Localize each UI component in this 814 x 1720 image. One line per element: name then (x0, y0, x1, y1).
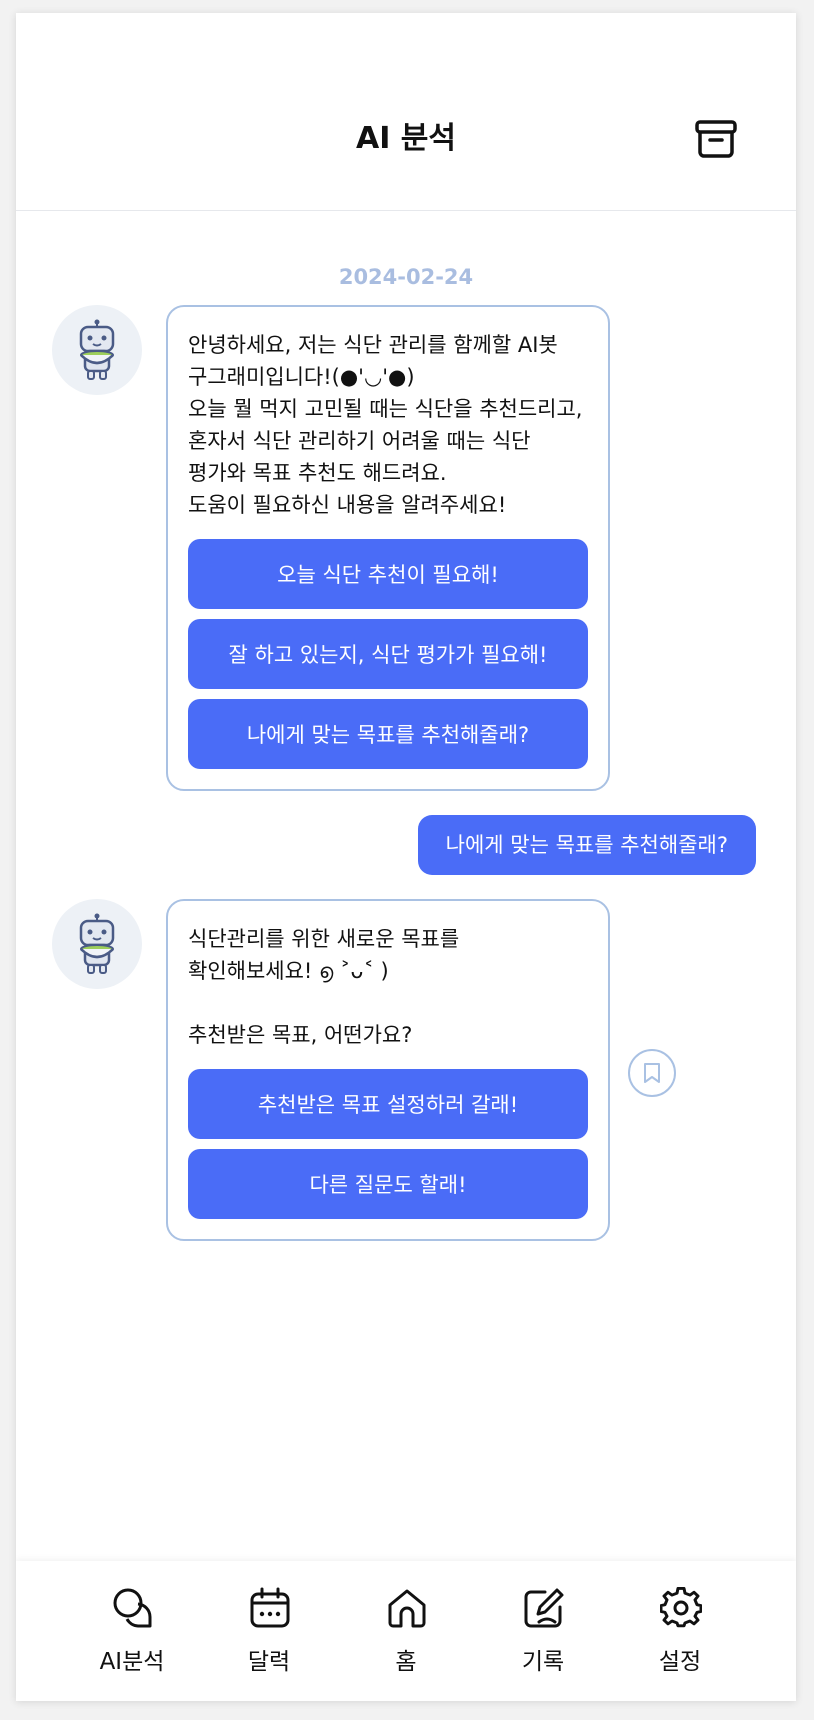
bookmark-icon (644, 1063, 660, 1083)
user-message: 나에게 맞는 목표를 추천해줄래? (417, 815, 756, 875)
archive-button[interactable] (694, 119, 738, 159)
bookmark-button[interactable] (628, 1049, 676, 1097)
chat-date: 2024-02-24 (338, 265, 474, 289)
archive-box-icon (695, 120, 737, 158)
robot-icon (79, 319, 115, 380)
tab-label: 달력 (247, 1649, 291, 1675)
option-button-other-question[interactable]: 다른 질문도 할래! (188, 1149, 588, 1219)
tab-home[interactable]: 홈 (346, 1561, 466, 1701)
tab-label: 기록 (521, 1649, 565, 1675)
tab-calendar[interactable]: 달력 (209, 1561, 329, 1701)
calendar-icon (250, 1587, 290, 1628)
home-icon (388, 1589, 426, 1628)
bot-avatar (52, 899, 142, 989)
tab-label: AI분석 (99, 1649, 165, 1675)
gear-icon (660, 1587, 702, 1628)
chat-bubbles-icon (113, 1588, 152, 1628)
tab-label: 설정 (658, 1649, 702, 1675)
option-button-goal-recommend[interactable]: 나에게 맞는 목표를 추천해줄래? (188, 699, 588, 769)
tab-ai-analysis[interactable]: AI분석 (72, 1561, 192, 1701)
tab-record[interactable]: 기록 (483, 1561, 603, 1701)
header: AI 분석 (16, 13, 796, 211)
bot-message: 안녕하세요, 저는 식단 관리를 함께할 AI봇 구그래미입니다!(●'◡'●)… (166, 305, 610, 791)
bot-message: 식단관리를 위한 새로운 목표를 확인해보세요! ൭ ˃ᴗ˂ ) 추천받은 목표… (166, 899, 610, 1241)
page-title: AI 분석 (355, 121, 457, 156)
option-button-diet-evaluate[interactable]: 잘 하고 있는지, 식단 평가가 필요해! (188, 619, 588, 689)
robot-icon (79, 913, 115, 974)
app-screen: AI 분석 2024-02-24 안녕하세요, 저는 식단 관리를 함께할 AI… (16, 13, 796, 1701)
bottom-tab-bar: AI분석 달력 홈 기록 설정 (16, 1561, 796, 1701)
tab-label: 홈 (395, 1649, 417, 1675)
option-button-diet-recommend[interactable]: 오늘 식단 추천이 필요해! (188, 539, 588, 609)
bot-message-text: 식단관리를 위한 새로운 목표를 확인해보세요! ൭ ˃ᴗ˂ ) 추천받은 목표… (188, 927, 460, 1047)
bot-message-text: 안녕하세요, 저는 식단 관리를 함께할 AI봇 구그래미입니다!(●'◡'●)… (188, 333, 583, 517)
bot-avatar (52, 305, 142, 395)
option-button-set-goal[interactable]: 추천받은 목표 설정하러 갈래! (188, 1069, 588, 1139)
tab-settings[interactable]: 설정 (620, 1561, 740, 1701)
edit-note-icon (524, 1588, 564, 1628)
